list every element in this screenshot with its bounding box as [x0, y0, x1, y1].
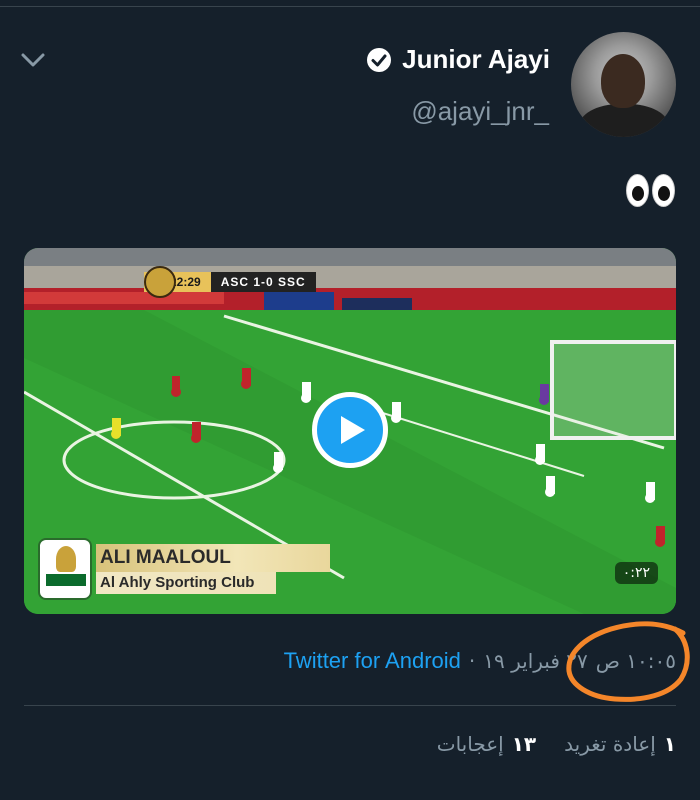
author-display-name[interactable]: Junior Ajayi [402, 44, 550, 75]
scorebug: 22:29 ASC 1-0 SSC [144, 266, 316, 298]
retweets-count: ١ [663, 732, 676, 756]
verified-badge-icon [367, 47, 392, 72]
caption-club-name: Al Ahly Sporting Club [96, 572, 276, 594]
tweet-stats: ١ إعادة تغريد ١٣ إعجابات [437, 732, 676, 756]
tweet-source-link[interactable]: Twitter for Android [284, 648, 461, 674]
retweets-label: إعادة تغريد [564, 732, 656, 756]
video-thumbnail[interactable]: 22:29 ASC 1-0 SSC ALI MAALOUL Al Ahly Sp… [24, 248, 676, 614]
play-icon [341, 416, 365, 444]
likes-label: إعجابات [436, 732, 504, 756]
play-button[interactable] [312, 392, 388, 468]
video-duration-badge: ٠:٢٢ [614, 562, 658, 584]
trophy-logo-icon [144, 266, 176, 298]
retweets-stat[interactable]: ١ إعادة تغريد [564, 732, 676, 756]
avatar[interactable] [571, 32, 676, 137]
match-score: ASC 1-0 SSC [210, 272, 316, 292]
author-handle[interactable]: @ajayi_jnr_ [411, 96, 549, 127]
top-divider [0, 6, 700, 7]
author-name-row[interactable]: Junior Ajayi [366, 44, 550, 75]
eyes-emoji [626, 174, 676, 208]
caf-logo-icon [38, 538, 92, 600]
stats-divider [24, 705, 676, 706]
chevron-down-icon[interactable] [20, 50, 46, 70]
meta-separator: · [468, 649, 476, 673]
annotation-circle [566, 621, 690, 702]
likes-count: ١٣ [511, 732, 537, 756]
likes-stat[interactable]: ١٣ إعجابات [437, 732, 536, 756]
caption-player-name: ALI MAALOUL [96, 544, 330, 572]
